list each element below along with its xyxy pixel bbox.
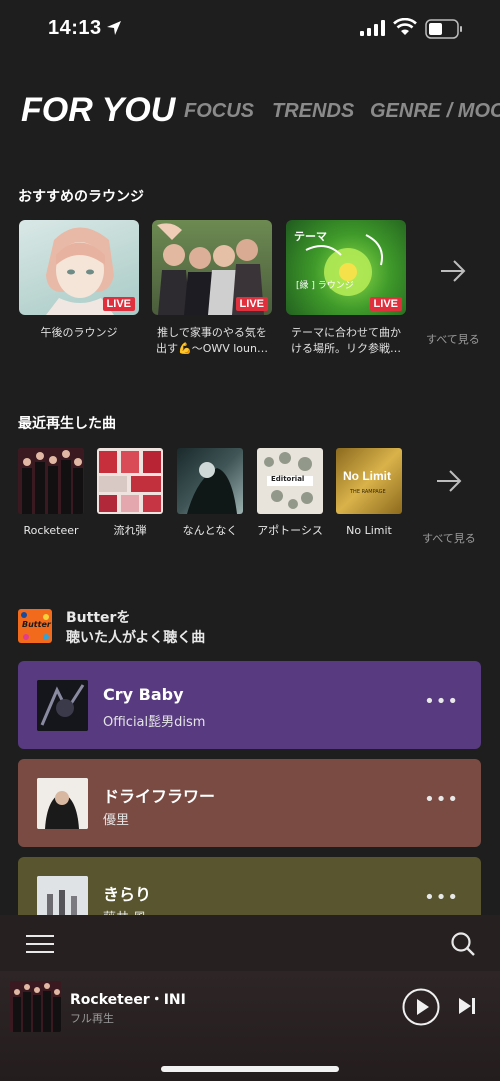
top-tabs: FOR YOU FOCUS TRENDS GENRE / MOOD — [0, 88, 500, 138]
song-caption: No Limit — [346, 524, 392, 537]
tab-focus[interactable]: FOCUS — [184, 100, 254, 123]
recent-song-item[interactable]: Rocketeer — [18, 448, 84, 538]
live-badge: LIVE — [369, 297, 402, 311]
lounge-thumbnail: LIVE — [152, 220, 272, 315]
lounge-card[interactable]: LIVE 推しで家事のやる気を出す💪〜OWV loun… — [152, 220, 272, 357]
album-art: Editorial — [257, 448, 323, 514]
cellular-signal-icon — [360, 20, 386, 40]
album-art — [37, 778, 88, 829]
album-art-text: Editorial — [271, 475, 305, 483]
recent-song-item[interactable]: なんとなく — [177, 448, 243, 538]
arrow-right-icon[interactable] — [440, 260, 466, 286]
more-options-icon[interactable]: ••• — [424, 889, 459, 907]
lounges-section-title: おすすめのラウンジ — [18, 189, 144, 205]
recent-song-item[interactable]: 流れ弾 — [97, 448, 163, 538]
now-playing-title: Rocketeer・INI — [70, 992, 186, 1008]
song-caption: なんとなく — [182, 524, 238, 537]
track-row[interactable]: Cry Baby Official髭男dism ••• — [18, 661, 481, 749]
live-badge: LIVE — [102, 297, 135, 311]
status-bar: 14:13 — [0, 0, 500, 60]
butter-section-title: Butterを 聴いた人がよく聴く曲 — [66, 608, 205, 648]
butter-album-icon: Butter — [18, 609, 52, 643]
album-art — [177, 448, 243, 514]
wifi-icon — [393, 17, 417, 40]
recent-song-item[interactable]: Editorial アポトーシス — [257, 448, 323, 538]
status-time: 14:13 — [48, 17, 102, 39]
now-playing-subtitle: フル再生 — [70, 1012, 114, 1025]
hamburger-menu-icon[interactable] — [26, 934, 54, 958]
track-title: ドライフラワー — [103, 787, 216, 806]
track-title: Cry Baby — [103, 685, 184, 704]
play-button[interactable] — [402, 988, 440, 1030]
recent-section-title: 最近再生した曲 — [18, 416, 116, 432]
lounge-thumb-text: [縁 ] ラウンジ — [296, 281, 354, 291]
battery-icon — [425, 19, 463, 43]
next-track-icon[interactable] — [457, 996, 477, 1020]
album-art — [97, 448, 163, 514]
track-artist: 優里 — [103, 813, 130, 828]
track-title: きらり — [103, 885, 152, 904]
lounge-caption: 推しで家事のやる気を出す💪〜OWV loun… — [156, 326, 268, 355]
album-art-text: THE RAMPAGE — [350, 489, 386, 495]
see-all-recent-link[interactable]: すべて見る — [422, 530, 476, 546]
recent-song-item[interactable]: No Limit THE RAMPAGE No Limit — [336, 448, 402, 538]
home-indicator — [161, 1066, 339, 1072]
lounge-card[interactable]: LIVE 午後のラウンジ — [19, 220, 139, 357]
now-playing-art — [10, 981, 61, 1032]
mini-player[interactable]: Rocketeer・INI フル再生 — [0, 971, 500, 1081]
album-art: No Limit THE RAMPAGE — [336, 448, 402, 514]
lounge-thumbnail: LIVE — [19, 220, 139, 315]
track-artist: Official髭男dism — [103, 715, 206, 730]
arrow-right-icon[interactable] — [436, 470, 462, 496]
butter-icon-text: Butter — [22, 620, 51, 629]
lounge-caption: 午後のラウンジ — [40, 326, 118, 339]
lounge-thumbnail: テーマ [縁 ] ラウンジ LIVE — [286, 220, 406, 315]
song-caption: Rocketeer — [23, 524, 79, 537]
lounge-card[interactable]: テーマ [縁 ] ラウンジ LIVE テーマに合わせて曲かける場所。リク参戦… — [286, 220, 406, 357]
tab-genre-mood[interactable]: GENRE / MOOD — [370, 100, 500, 123]
location-arrow-icon — [106, 20, 122, 40]
album-art — [18, 448, 84, 514]
album-art — [37, 680, 88, 731]
more-options-icon[interactable]: ••• — [424, 791, 459, 809]
tab-trends[interactable]: TRENDS — [272, 100, 354, 123]
search-icon[interactable] — [450, 931, 476, 961]
live-badge: LIVE — [235, 297, 268, 311]
butter-title-line: 聴いた人がよく聴く曲 — [66, 630, 206, 646]
song-caption: 流れ弾 — [113, 524, 147, 537]
butter-title-line: Butterを — [66, 610, 131, 626]
lounge-thumb-text: テーマ — [294, 230, 327, 243]
track-row[interactable]: ドライフラワー 優里 ••• — [18, 759, 481, 847]
tab-for-you[interactable]: FOR YOU — [21, 91, 175, 130]
bottom-toolbar — [0, 915, 500, 971]
lounge-caption: テーマに合わせて曲かける場所。リク参戦… — [291, 326, 401, 355]
album-art-text: No Limit — [343, 469, 391, 483]
more-options-icon[interactable]: ••• — [424, 693, 459, 711]
see-all-lounges-link[interactable]: すべて見る — [426, 331, 480, 347]
song-caption: アポトーシス — [257, 524, 323, 537]
